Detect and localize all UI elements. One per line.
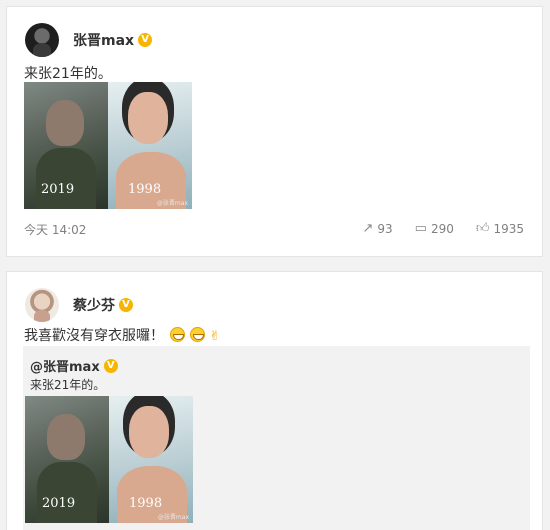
quoted-username[interactable]: @张晋max	[30, 356, 100, 375]
post-header: 张晋max V	[25, 23, 153, 57]
avatar[interactable]	[25, 23, 59, 57]
post-text-content: 我喜歡沒有穿衣服囉！	[24, 328, 164, 344]
post-footer: 今天 14:02 ↗ 93 ▭ 290 👍︎ 1935	[7, 219, 542, 241]
verified-badge-icon: V	[119, 298, 133, 312]
post-text: 来张21年的。	[24, 66, 112, 82]
post-text: 我喜歡沒有穿衣服囉！ ✌	[24, 325, 220, 345]
watermark: @张晋max	[157, 514, 189, 521]
username[interactable]: 蔡少芬	[73, 295, 115, 315]
quoted-post-text: 来张21年的。	[30, 378, 106, 392]
post-actions: ↗ 93 ▭ 290 👍︎ 1935	[340, 221, 524, 236]
like-count: 1935	[493, 221, 524, 236]
year-label-left: 2019	[42, 496, 76, 511]
verified-badge-icon: V	[103, 358, 118, 373]
quoted-post-image[interactable]: 2019 1998 @张晋max	[25, 396, 193, 523]
grin-emoji-icon	[170, 327, 186, 342]
repost-button[interactable]: ↗ 93	[362, 221, 392, 236]
like-button[interactable]: 👍︎ 1935	[476, 221, 524, 236]
username[interactable]: 张晋max	[73, 30, 134, 50]
post-image[interactable]: 2019 1998 @张晋max	[24, 82, 192, 209]
repost-count: 93	[377, 221, 393, 236]
watermark: @张晋max	[156, 200, 188, 207]
comment-count: 290	[430, 221, 454, 236]
post-timestamp[interactable]: 今天 14:02	[24, 221, 86, 238]
emoji-group: ✌	[170, 327, 220, 344]
year-label-left: 2019	[41, 182, 75, 197]
year-label-right: 1998	[129, 496, 163, 511]
like-icon: 👍︎	[475, 221, 490, 236]
post-card: 蔡少芬 V 我喜歡沒有穿衣服囉！ ✌ @张晋max V 来张21年的。 2019…	[6, 271, 543, 530]
quoted-post-header: @张晋max V	[30, 356, 118, 375]
comment-button[interactable]: ▭ 290	[415, 221, 454, 236]
quoted-post[interactable]: @张晋max V 来张21年的。 2019 1998 @张晋max	[23, 346, 530, 530]
rock-hand-emoji-icon: ✌	[209, 329, 221, 344]
post-header: 蔡少芬 V	[25, 288, 133, 322]
comment-icon: ▭	[414, 221, 427, 236]
verified-badge-icon: V	[138, 33, 153, 47]
repost-icon: ↗	[362, 221, 374, 236]
grin-emoji-icon	[189, 327, 205, 342]
post-card: 张晋max V 来张21年的。 2019 1998 @张晋max 今天 14:0…	[6, 6, 543, 257]
year-label-right: 1998	[128, 182, 162, 197]
avatar[interactable]	[25, 288, 59, 322]
